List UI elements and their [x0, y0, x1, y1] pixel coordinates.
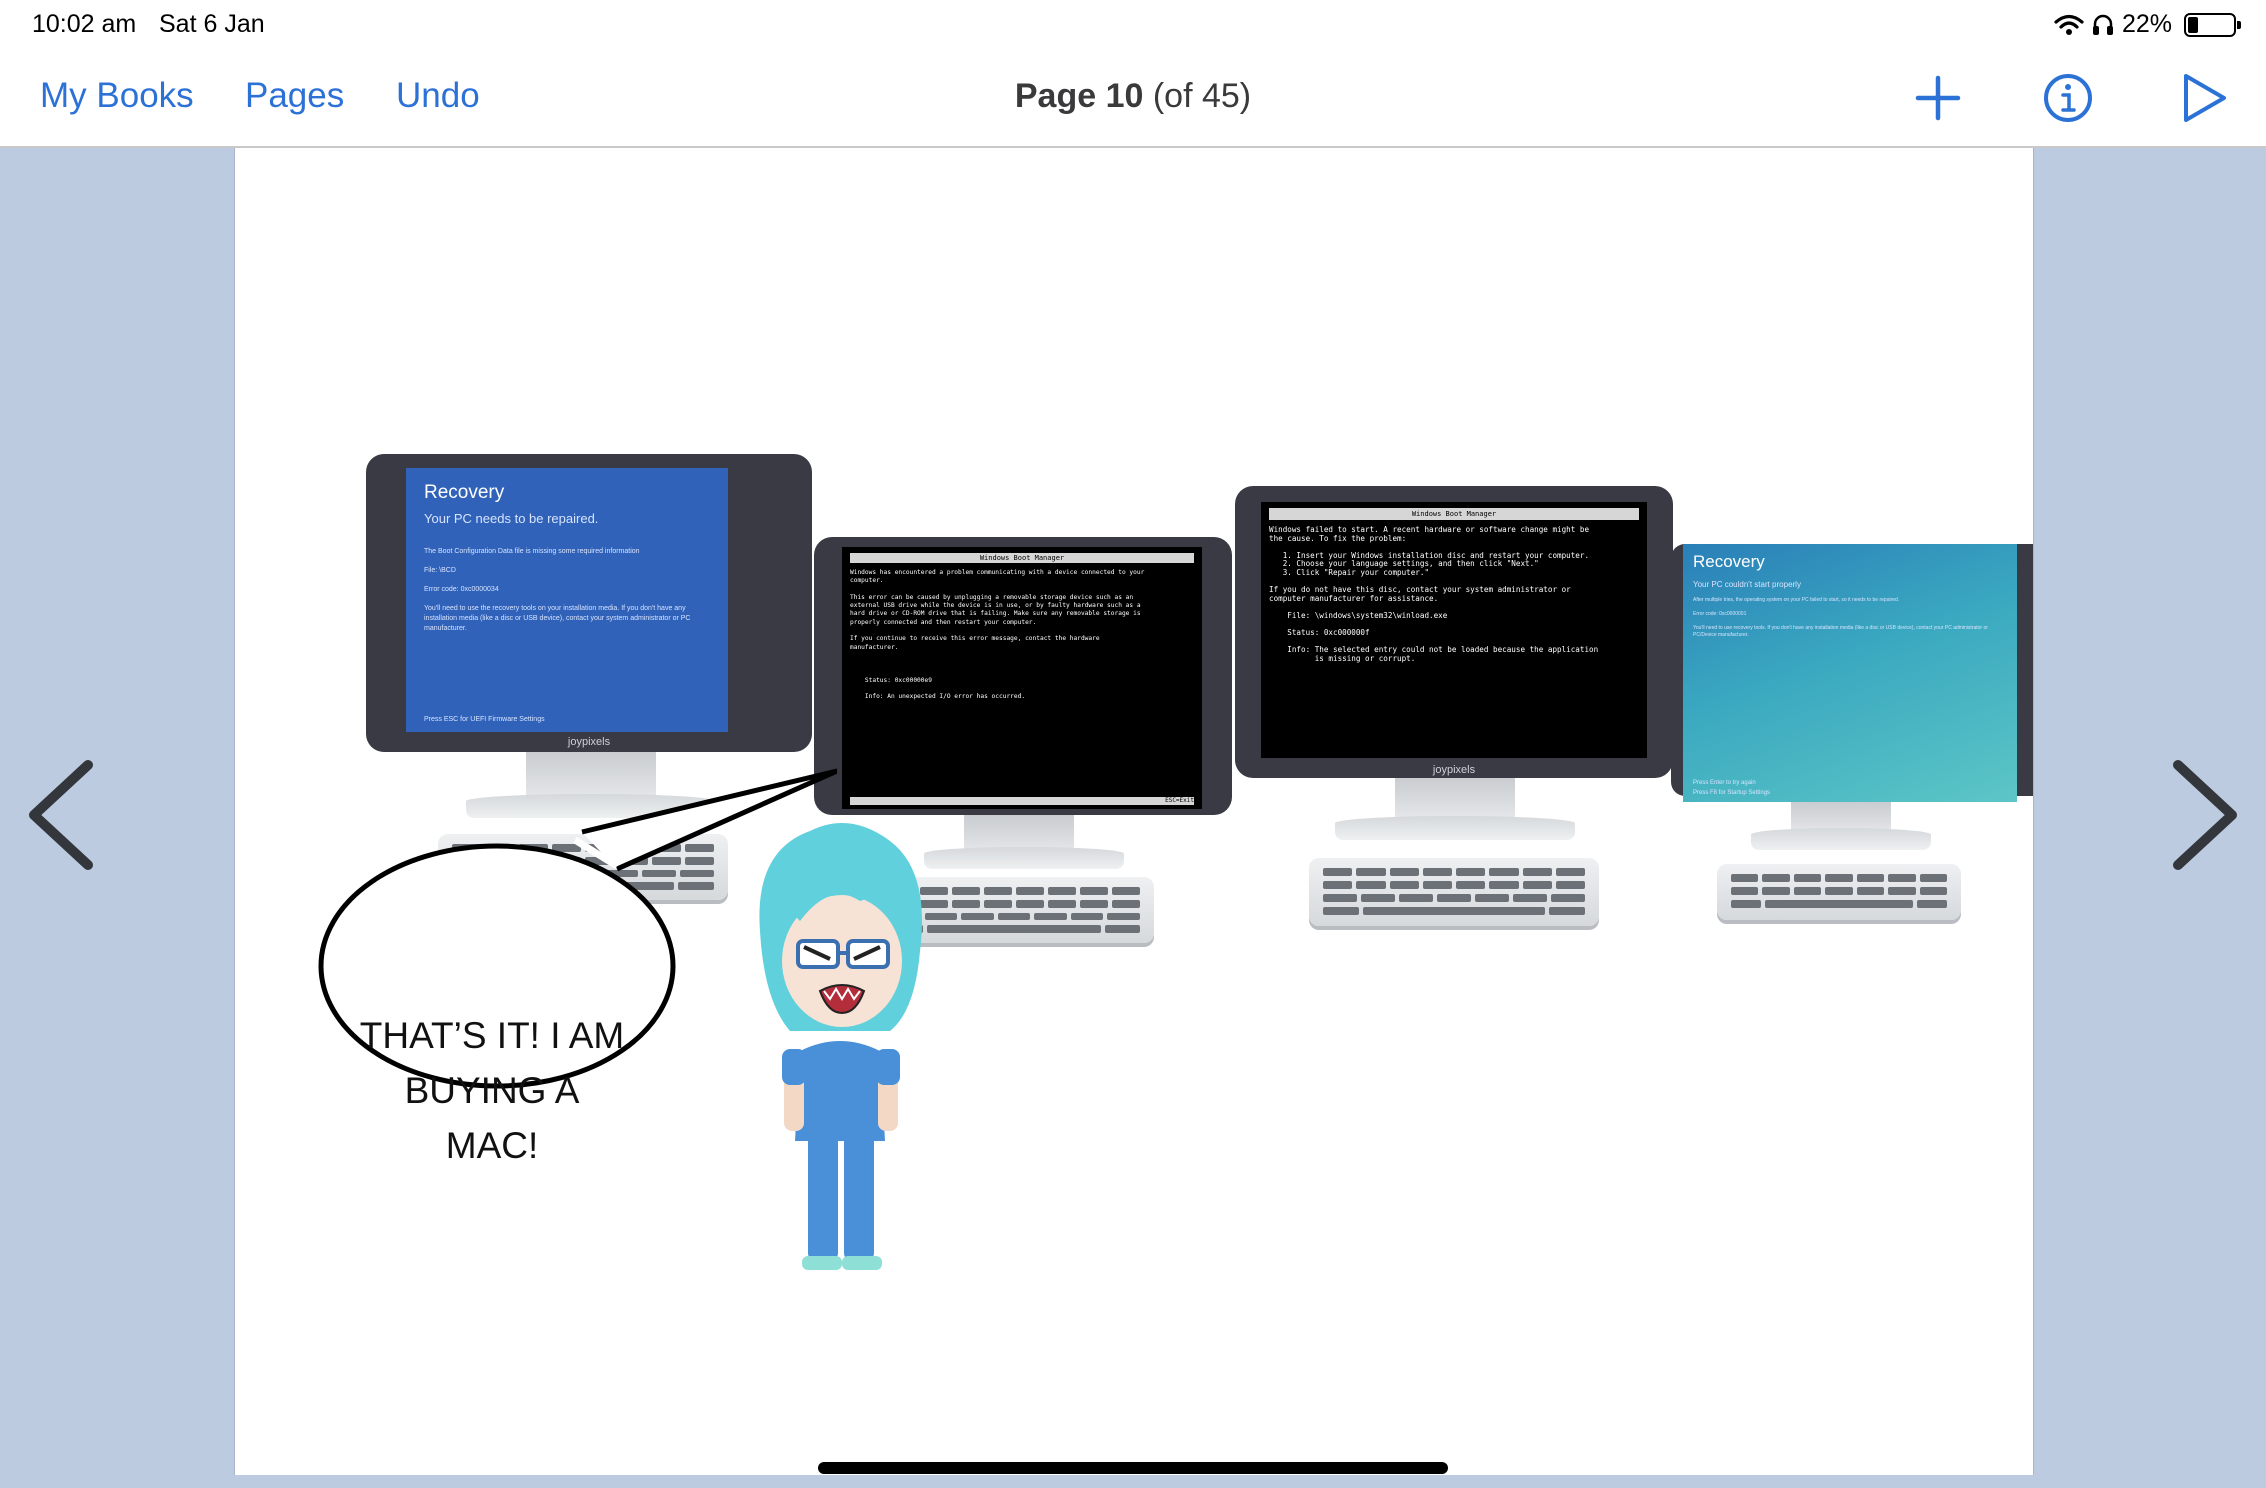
battery-icon	[2184, 12, 2241, 37]
plus-icon[interactable]	[1910, 70, 1966, 126]
monitor-boot-manager-winload: Windows Boot Manager Windows failed to s…	[1235, 486, 1675, 926]
monitor-base	[1751, 828, 1931, 850]
status-right: 22%	[2054, 10, 2241, 39]
toolbar: My Books Pages Undo Page 10 (of 45)	[0, 50, 2266, 148]
status-time: 10:02 am	[32, 10, 137, 38]
monitor-base	[924, 847, 1124, 869]
recovery-footer: Press Enter to try again Press F8 for St…	[1693, 778, 1770, 798]
recovery-subtitle: Your PC couldn't start properly	[1693, 580, 1801, 589]
recovery-title: Recovery	[1693, 552, 1765, 571]
speech-bubble-text: THAT’S IT! I AM BUYING A MAC!	[327, 1008, 657, 1173]
play-icon[interactable]	[2176, 70, 2232, 126]
speech-line: BUYING A	[404, 1070, 580, 1111]
monitor-screen: Recovery Your PC couldn't start properly…	[1683, 544, 2017, 802]
chevron-left-icon[interactable]	[20, 755, 100, 875]
recovery-line: Error code: 0xc0000034	[424, 586, 499, 593]
recovery-line: You'll need to use recovery tools. If yo…	[1693, 625, 1988, 638]
recovery-subtitle: Your PC needs to be repaired.	[424, 511, 599, 526]
recovery-footer-line: Press Enter to try again	[1693, 780, 1756, 786]
brand-logo: joypixels	[1432, 764, 1476, 776]
boot-manager-text: Windows has encountered a problem commun…	[850, 569, 1145, 701]
status-date: Sat 6 Jan	[159, 10, 265, 38]
info-icon[interactable]	[2040, 70, 2096, 126]
boot-manager-text: Windows failed to start. A recent hardwa…	[1269, 525, 1599, 663]
wifi-icon	[2054, 14, 2084, 35]
recovery-line: You'll need to use the recovery tools on…	[424, 605, 691, 632]
recovery-line: After multiple tries, the operating syst…	[1693, 597, 1900, 603]
speech-line: THAT’S IT! I AM	[359, 1015, 625, 1056]
recovery-title: Recovery	[424, 482, 505, 503]
monitor-screen: Windows Boot Manager Windows failed to s…	[1261, 502, 1647, 758]
recovery-footer-line: Press F8 for Startup Settings	[1693, 790, 1771, 796]
keyboard	[1309, 858, 1599, 926]
headphones-icon	[2092, 14, 2113, 35]
boot-manager-header: Windows Boot Manager	[850, 553, 1194, 563]
page-count: (of 45)	[1152, 77, 1252, 115]
chevron-right-icon[interactable]	[2166, 755, 2246, 875]
speech-line: MAC!	[445, 1125, 539, 1166]
monitor-base	[1335, 816, 1575, 840]
status-bar: 10:02 am Sat 6 Jan 22%	[0, 0, 2266, 50]
monitor-recovery-teal: Recovery Your PC couldn't start properly…	[1671, 544, 2033, 944]
recovery-line: The Boot Configuration Data file is miss…	[424, 548, 640, 555]
boot-manager-header: Windows Boot Manager	[1269, 508, 1639, 520]
book-page[interactable]: Recovery Your PC needs to be repaired. T…	[234, 148, 2034, 1475]
page-number: Page 10	[1014, 77, 1144, 115]
battery-percent: 22%	[2121, 10, 2172, 38]
recovery-line: File: \BCD	[424, 567, 456, 574]
home-indicator[interactable]	[818, 1462, 1448, 1474]
keyboard	[1717, 864, 1961, 920]
recovery-line: Error code: 0xc0000001	[1693, 611, 1747, 617]
